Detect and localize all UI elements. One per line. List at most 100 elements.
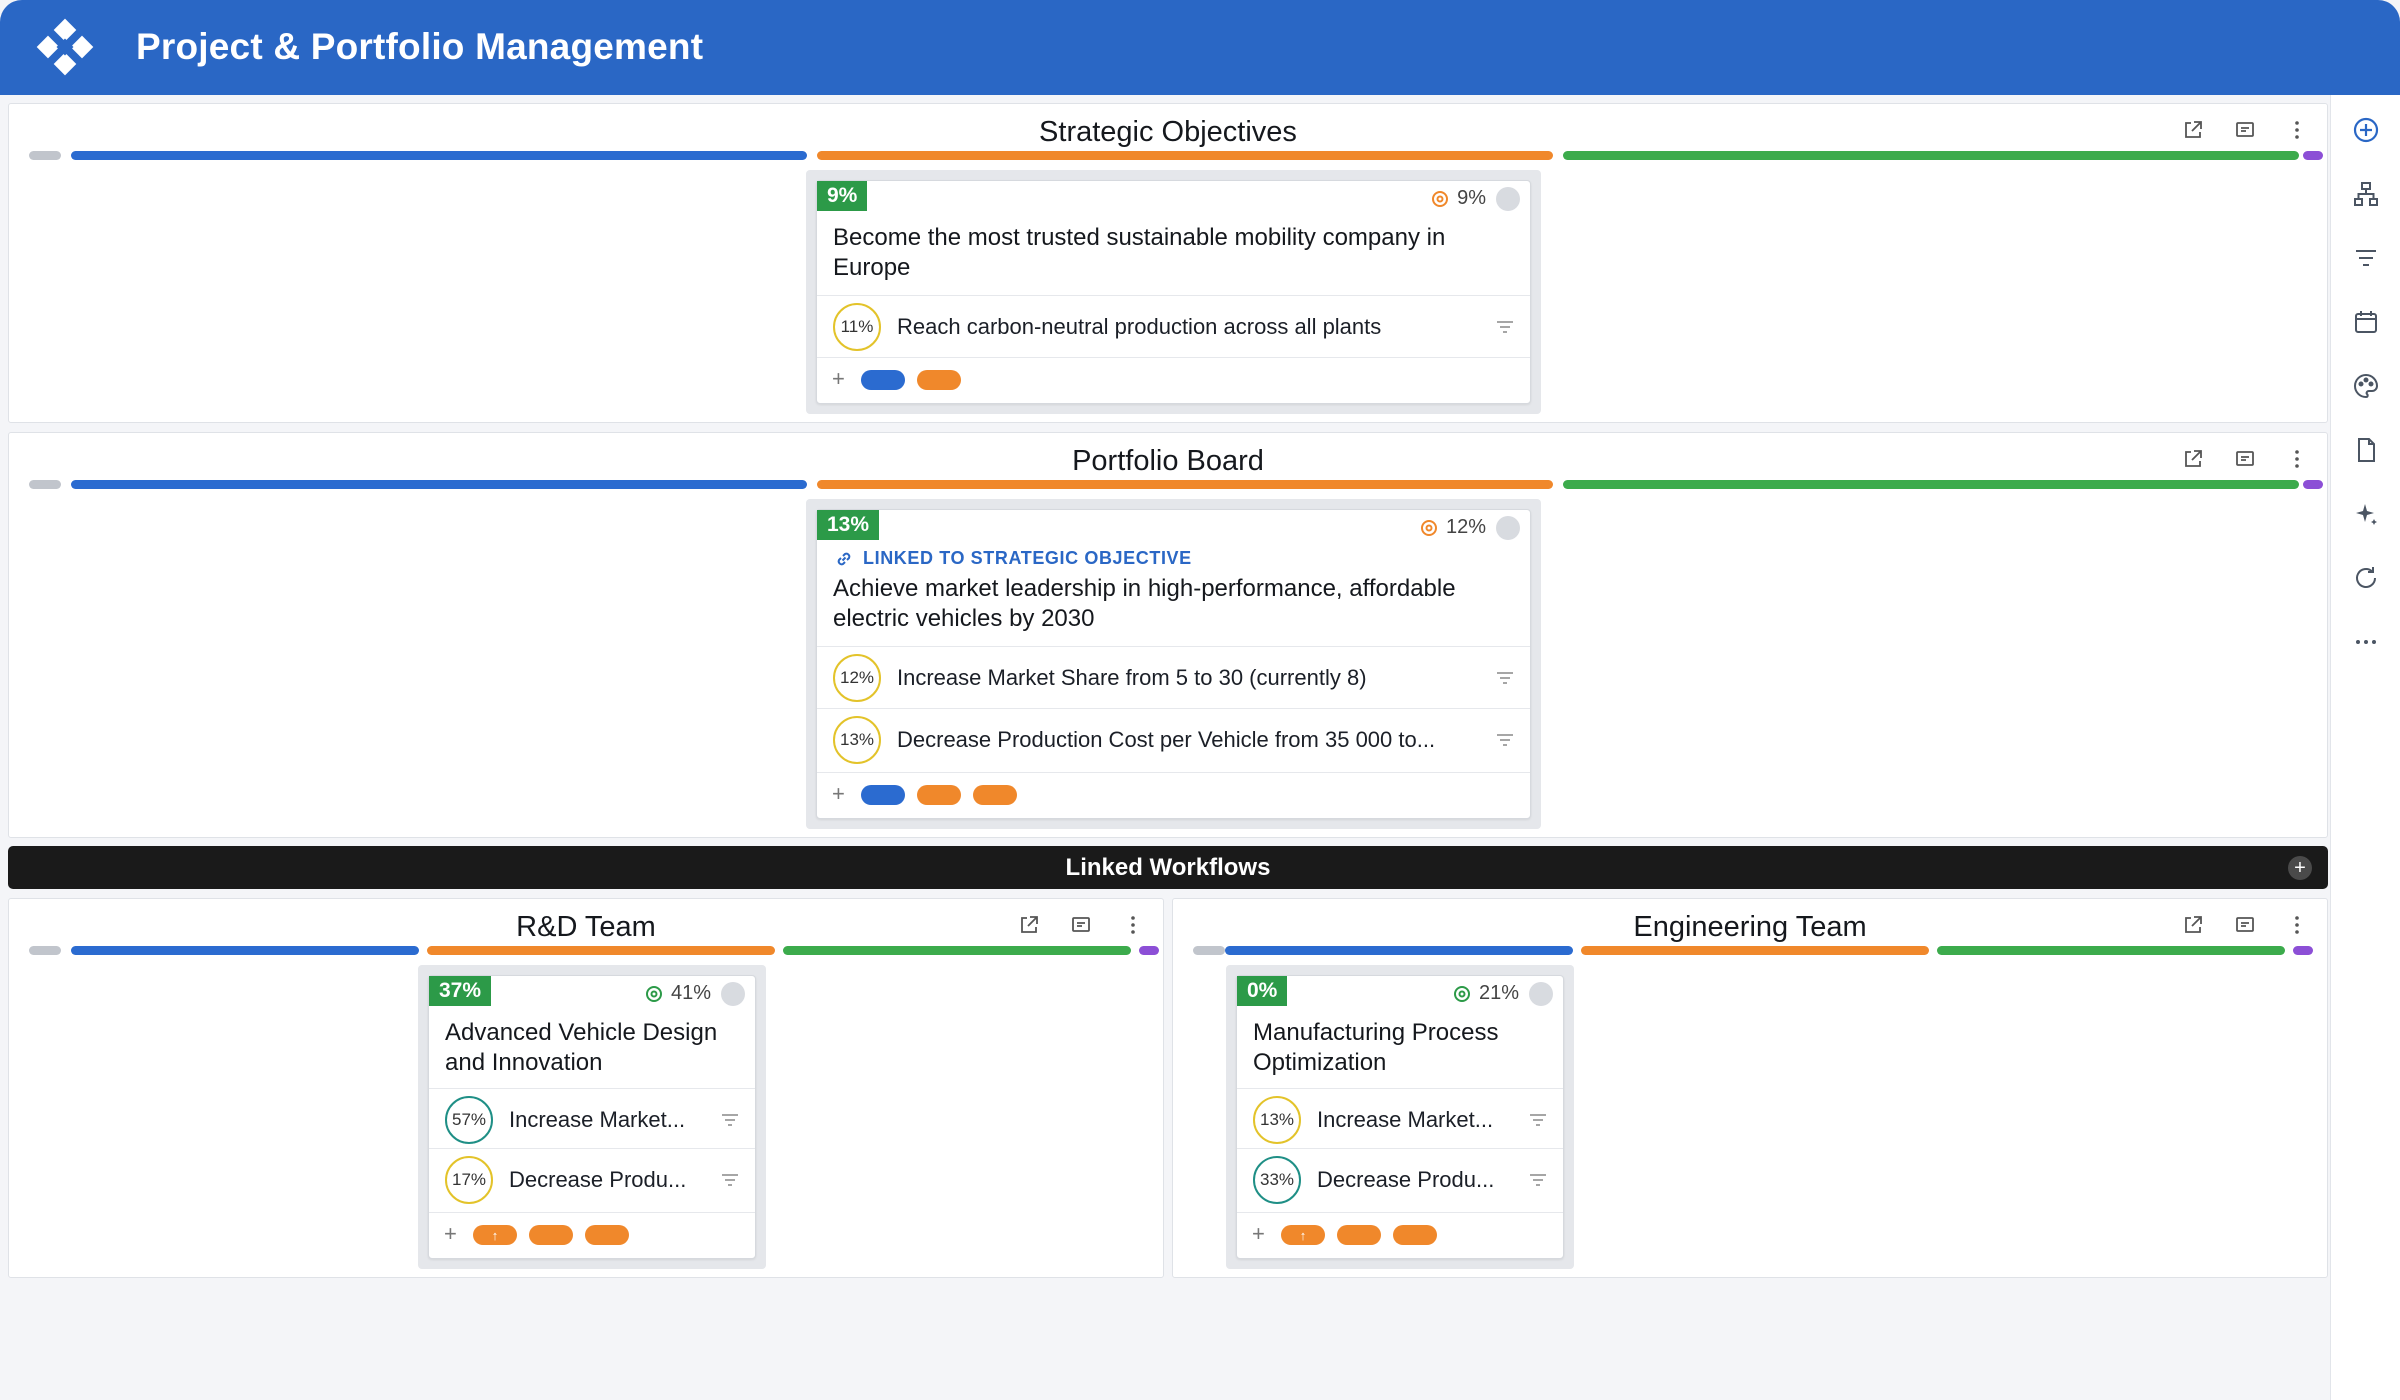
lane-archived[interactable] [2293,946,2313,955]
target-value: 41% [645,982,711,1005]
add-circle-icon[interactable] [2351,115,2381,145]
kr-menu-icon[interactable] [1496,733,1514,747]
panel-title: Strategic Objectives [1039,116,1297,148]
more-vertical-icon[interactable] [2285,913,2309,937]
more-horizontal-icon[interactable] [2351,627,2381,657]
hierarchy-icon[interactable] [2351,179,2381,209]
link-pill-orange[interactable] [917,785,961,805]
target-value: 9% [1431,187,1486,210]
sparkle-icon[interactable] [2351,499,2381,529]
lane-in-progress[interactable] [817,480,1553,489]
add-button[interactable]: + [832,781,845,807]
document-icon[interactable] [2351,435,2381,465]
more-vertical-icon[interactable] [1121,913,1145,937]
target-percent: 41% [670,982,711,1004]
lane-archived[interactable] [2303,151,2323,160]
lane-planned[interactable] [71,946,419,955]
open-external-icon[interactable] [2181,447,2205,471]
filter-icon[interactable] [2351,243,2381,273]
key-result-row[interactable]: 13% Increase Market... [1237,1088,1563,1150]
open-external-icon[interactable] [2181,118,2205,142]
more-vertical-icon[interactable] [2285,447,2309,471]
lane-planned[interactable] [71,480,807,489]
comment-icon[interactable] [2233,913,2257,937]
refresh-icon[interactable] [2351,563,2381,593]
open-external-icon[interactable] [2181,913,2205,937]
priority-pill-up[interactable]: ↑ [473,1225,517,1245]
status-lanes [21,480,2323,489]
open-external-icon[interactable] [1017,913,1041,937]
kr-menu-icon[interactable] [1496,320,1514,334]
key-result-row[interactable]: 33% Decrease Produ... [1237,1148,1563,1210]
kr-progress-ring: 12% [833,653,881,702]
status-dot[interactable] [1529,982,1553,1006]
priority-pill-up[interactable]: ↑ [1281,1225,1325,1245]
lane-done[interactable] [1937,946,2285,955]
strategic-objectives-panel: Strategic Objectives 9% 9% Become the mo… [8,103,2328,423]
objective-card[interactable]: 0% 21% Manufacturing Process Optimizatio… [1236,975,1564,1259]
card-footer: + ↑ [1237,1212,1563,1258]
lane-planned[interactable] [1225,946,1573,955]
lane-backlog[interactable] [29,480,61,489]
comment-icon[interactable] [2233,118,2257,142]
objective-card[interactable]: 9% 9% Become the most trusted sustainabl… [816,180,1531,404]
lane-backlog[interactable] [29,151,61,160]
palette-icon[interactable] [2351,371,2381,401]
link-pill-orange[interactable] [917,370,961,390]
key-result-row[interactable]: 57% Increase Market... [429,1088,755,1150]
key-result-row[interactable]: 17% Decrease Produ... [429,1148,755,1210]
status-dot[interactable] [1496,187,1520,211]
link-pill-orange[interactable] [585,1225,629,1245]
comment-icon[interactable] [1069,913,1093,937]
panel-actions [2181,447,2309,471]
kr-progress-ring: 11% [833,302,881,351]
target-icon [645,985,662,1002]
add-workflow-button[interactable]: + [2288,856,2312,880]
kr-progress-ring: 33% [1253,1155,1301,1204]
linked-objective-label[interactable]: LINKED TO STRATEGIC OBJECTIVE [835,548,1192,569]
lane-archived[interactable] [1139,946,1159,955]
kr-menu-icon[interactable] [721,1113,739,1127]
linked-workflows-bar: Linked Workflows + [8,846,2328,889]
status-dot[interactable] [721,982,745,1006]
objective-card[interactable]: 37% 41% Advanced Vehicle Design and Inno… [428,975,756,1259]
key-result-row[interactable]: 11% Reach carbon-neutral production acro… [817,295,1530,357]
objective-card[interactable]: 13% 12% LINKED TO STRATEGIC OBJECTIVE Ac… [816,509,1531,819]
target-percent: 9% [1457,187,1486,209]
status-dot[interactable] [1496,516,1520,540]
kr-menu-icon[interactable] [721,1173,739,1187]
link-pill-orange[interactable] [1337,1225,1381,1245]
lane-in-progress[interactable] [427,946,775,955]
calendar-icon[interactable] [2351,307,2381,337]
add-button[interactable]: + [832,366,845,392]
add-button[interactable]: + [1252,1221,1265,1247]
lane-backlog[interactable] [1193,946,1225,955]
more-vertical-icon[interactable] [2285,118,2309,142]
progress-badge: 9% [817,181,868,211]
link-pill-orange[interactable] [529,1225,573,1245]
lane-backlog[interactable] [29,946,61,955]
link-pill-orange[interactable] [1393,1225,1437,1245]
lane-archived[interactable] [2303,480,2323,489]
lane-done[interactable] [1563,480,2299,489]
key-result-row[interactable]: 12% Increase Market Share from 5 to 30 (… [817,646,1530,708]
card-column: 0% 21% Manufacturing Process Optimizatio… [1226,965,1574,1269]
kr-menu-icon[interactable] [1529,1173,1547,1187]
lane-done[interactable] [1563,151,2299,160]
lane-in-progress[interactable] [817,151,1553,160]
key-result-row[interactable]: 13% Decrease Production Cost per Vehicle… [817,708,1530,770]
lane-planned[interactable] [71,151,807,160]
kr-menu-icon[interactable] [1496,671,1514,685]
card-column: 13% 12% LINKED TO STRATEGIC OBJECTIVE Ac… [806,499,1541,829]
lane-done[interactable] [783,946,1131,955]
link-pill-blue[interactable] [861,785,905,805]
lane-in-progress[interactable] [1581,946,1929,955]
kr-title: Decrease Produ... [1317,1166,1495,1192]
comment-icon[interactable] [2233,447,2257,471]
add-button[interactable]: + [444,1221,457,1247]
link-pill-blue[interactable] [861,370,905,390]
kr-menu-icon[interactable] [1529,1113,1547,1127]
link-pill-orange[interactable] [973,785,1017,805]
card-footer: + ↑ [429,1212,755,1258]
app-logo-icon[interactable] [36,18,94,76]
